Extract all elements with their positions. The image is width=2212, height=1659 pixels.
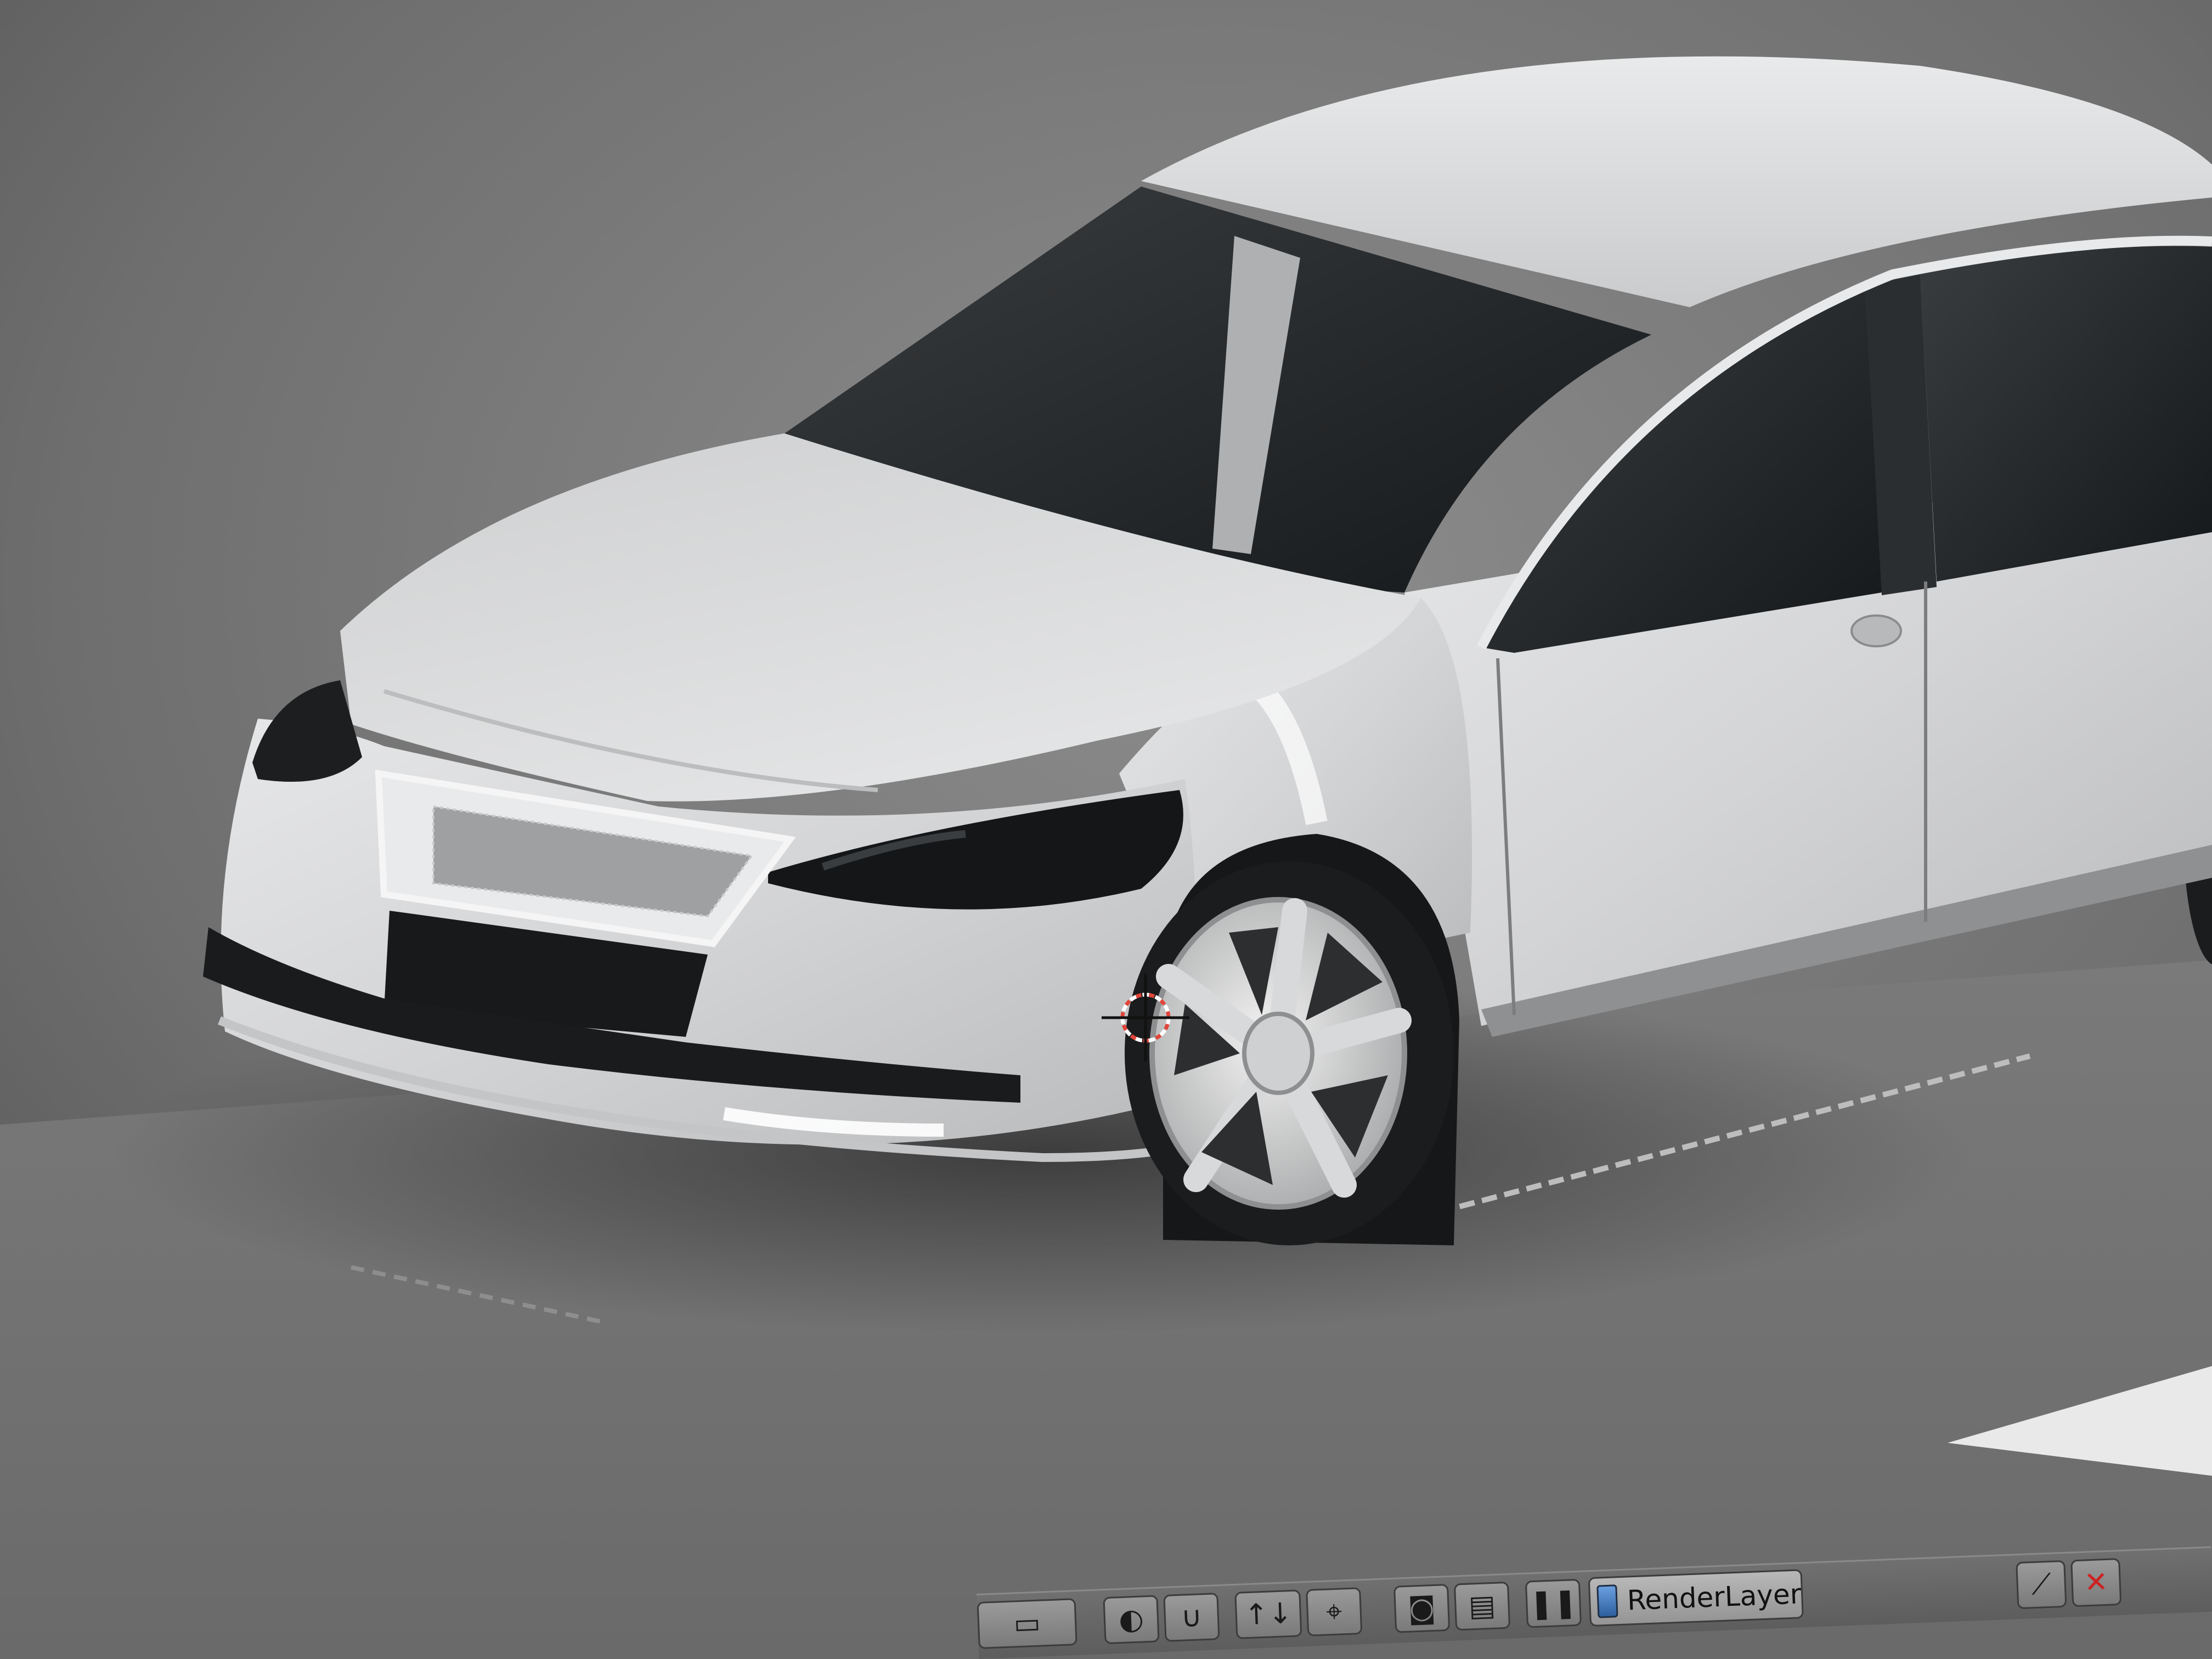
transform-orientation-icon[interactable]: ⌖	[1306, 1587, 1363, 1637]
ruler-icon[interactable]: ⟋	[2016, 1560, 2067, 1610]
viewport-canvas[interactable]	[0, 0, 2212, 1659]
sphere-shading-icon[interactable]: ◐	[1103, 1595, 1160, 1645]
render-layer-label: RenderLayer	[1626, 1578, 1802, 1617]
snap-magnet-icon[interactable]: ∪	[1163, 1593, 1220, 1642]
render-layer-icon	[1596, 1584, 1618, 1618]
manipulator-icon[interactable]: ↑↓	[1234, 1589, 1302, 1639]
close-scissors-icon[interactable]: ✕	[2070, 1558, 2122, 1607]
mesh-select-icon[interactable]: ▭	[977, 1598, 1077, 1649]
clapper-render-icon[interactable]: ▤	[1453, 1581, 1511, 1631]
blender-window: ▭ ◐ ∪ ↑↓ ⌖ ◙ ▤ ❚❚ RenderLayer ⟋ ✕	[0, 0, 2212, 1659]
camera-render-icon[interactable]: ◙	[1393, 1583, 1451, 1633]
3d-viewport[interactable]	[0, 0, 2212, 1659]
pause-icon[interactable]: ❚❚	[1525, 1578, 1582, 1628]
render-layer-selector[interactable]: RenderLayer	[1588, 1569, 1804, 1627]
